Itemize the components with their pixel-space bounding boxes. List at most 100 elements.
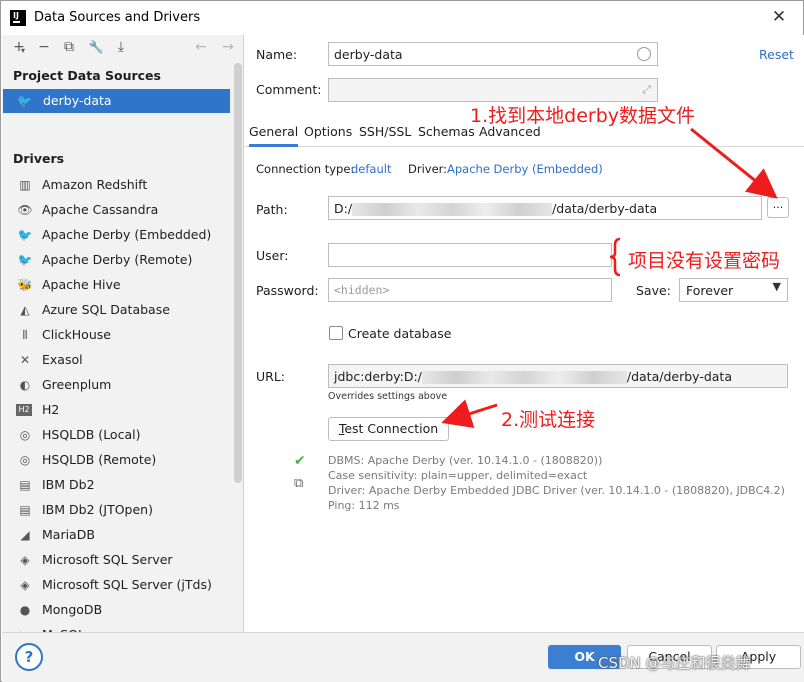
tab-schemas[interactable]: Schemas — [418, 124, 475, 139]
tab-options[interactable]: Options — [304, 124, 352, 139]
driver-item[interactable]: ◎ HSQLDB (Remote) — [2, 448, 232, 473]
hsqldb-icon: ◎ — [19, 428, 31, 442]
url-suffix: /data/derby-data — [626, 369, 732, 384]
sidebar-toolbar: + ▾ − ⧉ 🔧 ⤓ ← → — [2, 35, 243, 61]
scrollbar-thumb[interactable] — [234, 63, 242, 483]
driver-item[interactable]: ◎ HSQLDB (Local) — [2, 423, 232, 448]
success-check-icon: ✔ — [294, 453, 306, 469]
driver-item[interactable]: ◢ MariaDB — [2, 523, 232, 548]
driver-label: MongoDB — [42, 602, 103, 617]
driver-item[interactable]: 🐦 Apache Derby (Embedded) — [2, 223, 232, 248]
driver-label: HSQLDB (Remote) — [42, 452, 157, 467]
result-line: Ping: 112 ms — [328, 499, 400, 512]
driver-item[interactable]: H2 H2 — [2, 398, 232, 423]
driver-item[interactable]: ◭ Azure SQL Database — [2, 298, 232, 323]
tab-ssh-ssl[interactable]: SSH/SSL — [359, 124, 411, 139]
create-database-label[interactable]: Create database — [348, 326, 451, 341]
driver-label: Driver: — [408, 162, 448, 176]
csdn-watermark: CSDN @与庄和很类舞 — [598, 654, 751, 672]
tab-general[interactable]: General — [249, 124, 299, 147]
result-line: Case sensitivity: plain=upper, delimited… — [328, 469, 588, 482]
comment-field[interactable]: ⤢ — [328, 78, 658, 102]
driver-link[interactable]: Apache Derby (Embedded) — [447, 162, 603, 176]
clickhouse-icon: ⦀ — [22, 328, 28, 342]
password-field[interactable]: <hidden> — [328, 278, 612, 302]
driver-label: IBM Db2 (JTOpen) — [42, 502, 153, 517]
annotation-step1: 1.找到本地derby数据文件 — [470, 105, 695, 127]
remove-icon[interactable]: − — [35, 37, 53, 57]
chevron-down-icon: ▼ — [772, 280, 781, 293]
ibm-icon: ▤ — [19, 503, 31, 517]
driver-item[interactable]: ▤ IBM Db2 (JTOpen) — [2, 498, 232, 523]
derby-icon: 🐦 — [17, 228, 33, 242]
sidebar: + ▾ − ⧉ 🔧 ⤓ ← → Project Data Sources 🐦 d… — [2, 35, 244, 632]
user-field[interactable] — [328, 243, 612, 267]
driver-item[interactable]: ◈ Microsoft SQL Server — [2, 548, 232, 573]
window-title: Data Sources and Drivers — [34, 10, 201, 25]
azure-icon: ◭ — [20, 303, 30, 317]
dialog-footer: ? OK Cancel Apply CSDN @与庄和很类舞 — [2, 632, 804, 682]
driver-item[interactable]: ✕ Exasol — [2, 348, 232, 373]
driver-item[interactable]: ▥ Amazon Redshift — [2, 173, 232, 198]
driver-item[interactable]: ◐ Greenplum — [2, 373, 232, 398]
url-field[interactable]: jdbc:derby:D:/ /data/derby-data — [328, 364, 788, 388]
driver-item[interactable]: 🐦 Apache Derby (Remote) — [2, 248, 232, 273]
project-data-sources-heading: Project Data Sources — [13, 68, 161, 83]
driver-label: Azure SQL Database — [42, 302, 170, 317]
name-value: derby-data — [334, 47, 403, 62]
mssql-icon: ◈ — [20, 553, 30, 567]
driver-item[interactable]: 👁 Apache Cassandra — [2, 198, 232, 223]
driver-label: Apache Derby (Embedded) — [42, 227, 212, 242]
driver-item[interactable]: ▤ IBM Db2 — [2, 473, 232, 498]
path-field[interactable]: D:/ /data/derby-data — [328, 196, 762, 220]
mariadb-icon: ◢ — [20, 528, 30, 542]
driver-item[interactable]: ⦀ ClickHouse — [2, 323, 232, 348]
expand-icon[interactable]: ⤢ — [642, 83, 651, 97]
close-icon[interactable]: ✕ — [769, 7, 789, 27]
driver-item[interactable]: ◈ Microsoft SQL Server (jTds) — [2, 573, 232, 598]
driver-item[interactable]: 🐝 Apache Hive — [2, 273, 232, 298]
hsqldb-icon: ◎ — [19, 453, 31, 467]
mssql-icon: ◈ — [20, 578, 30, 592]
color-picker-icon[interactable] — [637, 47, 651, 61]
mongodb-icon: ● — [19, 603, 31, 617]
drivers-heading: Drivers — [13, 151, 65, 166]
wrench-icon[interactable]: 🔧 — [87, 37, 105, 57]
annotation-note: 项目没有设置密码 — [628, 250, 781, 272]
add-dropdown-icon[interactable]: ▾ — [19, 41, 27, 61]
driver-label: Apache Cassandra — [42, 202, 159, 217]
data-source-derby-data[interactable]: 🐦 derby-data — [3, 89, 230, 113]
sidebar-scrollbar[interactable] — [233, 63, 243, 628]
driver-label: HSQLDB (Local) — [42, 427, 141, 442]
intellij-logo-icon: IJ — [10, 10, 26, 26]
back-arrow-icon[interactable]: ← — [192, 37, 210, 57]
test-connection-button[interactable]: Test Connection — [328, 417, 449, 441]
exasol-icon: ✕ — [19, 353, 31, 367]
driver-label: Greenplum — [42, 377, 112, 392]
copy-icon[interactable]: ⧉ — [294, 476, 303, 491]
driver-item[interactable]: ● MongoDB — [2, 598, 232, 623]
forward-arrow-icon[interactable]: → — [219, 37, 237, 57]
save-value: Forever — [686, 283, 734, 298]
drivers-list: ▥ Amazon Redshift 👁 Apache Cassandra 🐦 Apache… — [2, 173, 232, 632]
driver-item[interactable]: ◣MySQL — [2, 623, 232, 632]
save-select[interactable]: Forever ▼ — [679, 278, 788, 302]
driver-label: IBM Db2 — [42, 477, 95, 492]
import-icon[interactable]: ⤓ — [112, 37, 130, 57]
driver-label: Apache Derby (Remote) — [42, 252, 193, 267]
create-database-checkbox[interactable] — [329, 326, 343, 340]
save-label: Save: — [636, 283, 671, 298]
reset-link[interactable]: Reset — [759, 47, 794, 62]
driver-label: ClickHouse — [42, 327, 111, 342]
name-field[interactable]: derby-data — [328, 42, 658, 66]
path-prefix: D:/ — [334, 201, 353, 216]
connection-type-link[interactable]: default — [351, 162, 391, 176]
path-label: Path: — [256, 202, 288, 217]
url-redacted — [421, 371, 627, 384]
url-note: Overrides settings above — [328, 391, 448, 402]
browse-button[interactable]: ... — [767, 197, 789, 218]
redshift-icon: ▥ — [19, 178, 31, 192]
data-source-label: derby-data — [43, 93, 112, 108]
help-button[interactable]: ? — [15, 643, 43, 671]
duplicate-icon[interactable]: ⧉ — [60, 37, 78, 57]
